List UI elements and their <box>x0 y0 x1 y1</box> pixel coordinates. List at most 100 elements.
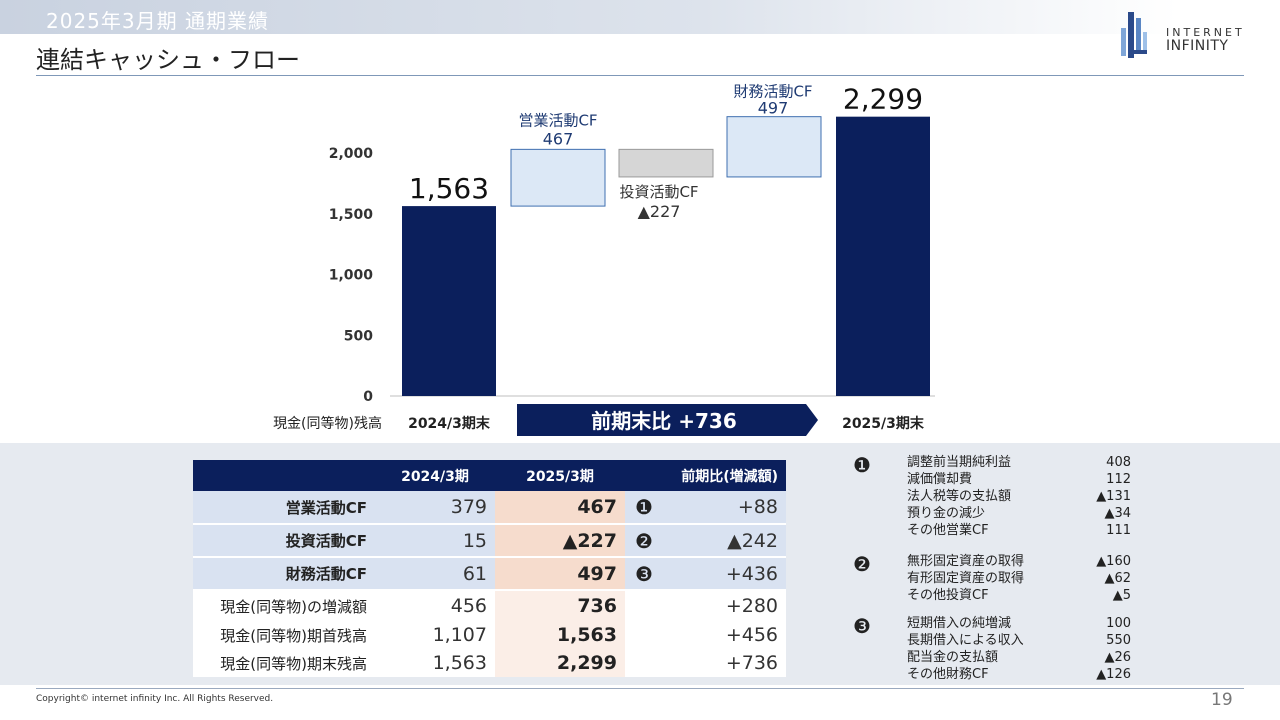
detail-label: 長期借入による収入 <box>907 633 1024 648</box>
detail-label: 短期借入の純増減 <box>907 616 1012 631</box>
detail-value: ▲26 <box>1104 650 1131 665</box>
list-item: 短期借入の純増減 100 <box>907 616 1131 632</box>
note-marker <box>625 649 663 677</box>
detail-label: 配当金の支払額 <box>907 650 999 665</box>
waterfall-bar <box>618 148 714 178</box>
row-label: 現金(同等物)期末残高 <box>193 649 375 677</box>
detail-value: ▲34 <box>1104 506 1131 521</box>
copyright-text: Copyright© internet infinity Inc. All Ri… <box>36 694 274 704</box>
diff-value: ▲242 <box>663 524 786 558</box>
prev-year-value: 379 <box>375 491 495 525</box>
data-label: ▲227 <box>638 202 681 221</box>
data-label: 467 <box>543 129 574 148</box>
page-title: 連結キャッシュ・フロー <box>36 46 300 74</box>
waterfall-bar <box>836 116 930 396</box>
row-label: 営業活動CF <box>193 491 375 525</box>
section-title: 2025年3月期 通期業績 <box>46 9 269 33</box>
row-label: 財務活動CF <box>193 557 375 591</box>
detail-value: ▲62 <box>1104 571 1131 586</box>
y-tick-label: 1,500 <box>329 207 374 223</box>
table-header-mark <box>625 460 663 491</box>
detail-value: 550 <box>1106 633 1131 648</box>
table-row: 営業活動CF 379 467 ❶ +88 <box>193 491 786 525</box>
table-header-current-year: 2025/3期 <box>495 460 625 491</box>
prev-year-value: 456 <box>375 590 495 621</box>
table-header-label <box>193 460 375 491</box>
list-item: 無形固定資産の取得 ▲160 <box>907 554 1131 570</box>
data-label: 497 <box>758 99 789 118</box>
note-marker: ❸ <box>853 614 871 638</box>
detail-value: ▲5 <box>1112 588 1131 603</box>
list-item: 預り金の減少 ▲34 <box>907 506 1131 522</box>
list-item: 有形固定資産の取得 ▲62 <box>907 571 1131 587</box>
logo-text-line2: INFINITY <box>1166 38 1229 54</box>
table-header-prev-year: 2024/3期 <box>375 460 495 491</box>
y-tick-label: 0 <box>363 389 373 405</box>
logo-mark-icon <box>1121 12 1147 58</box>
list-item: その他財務CF ▲126 <box>907 667 1131 683</box>
list-item: その他営業CF 111 <box>907 523 1131 539</box>
current-year-value: 497 <box>495 557 625 591</box>
diff-value: +280 <box>663 590 786 621</box>
note-marker: ❶ <box>625 491 663 525</box>
current-year-value: 2,299 <box>495 649 625 677</box>
y-tick-label: 2,000 <box>329 146 374 162</box>
note-marker: ❷ <box>625 524 663 558</box>
current-year-value: 467 <box>495 491 625 525</box>
footer-divider <box>36 688 1244 689</box>
table-header-row: 2024/3期 2025/3期 前期比(増減額) <box>193 460 786 491</box>
diff-value: +436 <box>663 557 786 591</box>
current-year-value: ▲227 <box>495 524 625 558</box>
note-marker: ❶ <box>853 453 871 477</box>
table-row: 現金(同等物)の増減額 456 736 +280 <box>193 590 786 621</box>
y-tick-label: 500 <box>344 328 373 344</box>
data-label-name: 投資活動CF <box>619 183 698 201</box>
y-tick-label: 1,000 <box>329 268 374 284</box>
x-tick-label: 2024/3期末 <box>408 415 491 432</box>
data-label-name: 営業活動CF <box>518 111 597 129</box>
list-item: 調整前当期純利益 408 <box>907 455 1131 471</box>
detail-value: 408 <box>1106 455 1131 470</box>
table-row: 投資活動CF 15 ▲227 ❷ ▲242 <box>193 524 786 558</box>
prev-year-value: 15 <box>375 524 495 558</box>
waterfall-bar <box>726 116 822 178</box>
cash-flow-table: 2024/3期 2025/3期 前期比(増減額) 営業活動CF 379 467 … <box>193 460 786 677</box>
detail-label: 減価償却費 <box>907 472 973 487</box>
detail-value: 112 <box>1106 472 1131 487</box>
list-item: 法人税等の支払額 ▲131 <box>907 489 1131 505</box>
data-label: 2,299 <box>843 83 923 116</box>
detail-label: 無形固定資産の取得 <box>907 554 1025 569</box>
detail-value: ▲131 <box>1096 489 1131 504</box>
detail-label: 預り金の減少 <box>907 506 986 521</box>
row-label: 現金(同等物)の増減額 <box>193 590 375 621</box>
detail-label: 調整前当期純利益 <box>907 455 1012 470</box>
note-marker: ❷ <box>853 552 871 576</box>
data-label: 1,563 <box>409 172 489 205</box>
table-row: 現金(同等物)期首残高 1,107 1,563 +456 <box>193 621 786 649</box>
detail-value: 111 <box>1106 523 1131 538</box>
change-banner-text: 前期末比 +736 <box>591 409 736 433</box>
detail-label: 法人税等の支払額 <box>907 489 1012 504</box>
detail-value: ▲126 <box>1096 667 1131 682</box>
prev-year-value: 61 <box>375 557 495 591</box>
detail-value: ▲160 <box>1096 554 1131 569</box>
list-item: その他投資CF ▲5 <box>907 588 1131 604</box>
detail-label: その他投資CF <box>907 588 989 603</box>
row-label: 現金(同等物)期首残高 <box>193 621 375 649</box>
list-item: 減価償却費 112 <box>907 472 1131 488</box>
current-year-value: 1,563 <box>495 621 625 649</box>
title-divider <box>36 75 1244 76</box>
prev-year-value: 1,563 <box>375 649 495 677</box>
list-item: 配当金の支払額 ▲26 <box>907 650 1131 666</box>
company-logo: INTERNET INFINITY <box>1118 10 1248 62</box>
table-row: 現金(同等物)期末残高 1,563 2,299 +736 <box>193 649 786 677</box>
x-tick-label: 2025/3期末 <box>842 415 925 432</box>
diff-value: +456 <box>663 621 786 649</box>
diff-value: +88 <box>663 491 786 525</box>
row-label: 現金(同等物)残高 <box>273 415 382 432</box>
waterfall-bar <box>510 148 606 207</box>
cash-flow-waterfall-chart: 0 500 1,000 1,500 2,000 1,563 2,299 営業活動CF467 投資… <box>273 83 935 436</box>
waterfall-bar <box>402 206 496 396</box>
detail-label: 有形固定資産の取得 <box>907 571 1025 586</box>
diff-value: +736 <box>663 649 786 677</box>
